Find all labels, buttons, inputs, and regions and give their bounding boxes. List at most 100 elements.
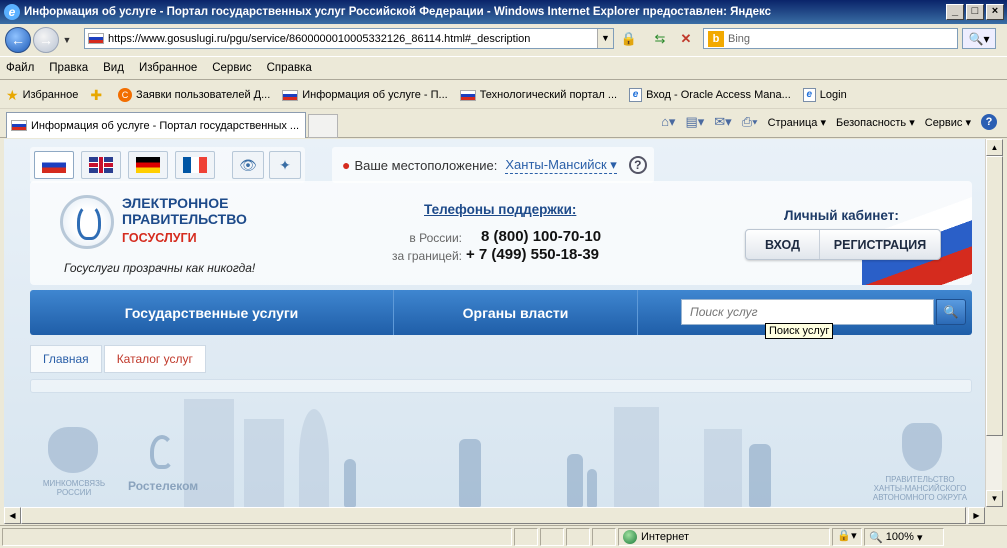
gosuslugi-logo-icon[interactable]	[60, 195, 114, 249]
location-city: Ханты-Мансийск	[505, 156, 607, 172]
logo-line1: ЭЛЕКТРОННОЕ	[122, 195, 229, 211]
menu-tools[interactable]: Сервис	[212, 62, 251, 74]
print-icon[interactable]: ⎙▾	[742, 114, 758, 130]
ie-logo-icon: e	[4, 4, 20, 20]
hmao-crest-icon[interactable]	[902, 423, 942, 471]
nav-authorities[interactable]: Органы власти	[394, 290, 638, 335]
horizontal-scrollbar[interactable]: ◀ ▶	[4, 507, 985, 524]
zoom-icon: 🔍	[869, 531, 883, 544]
mail-icon[interactable]: ✉▾	[714, 114, 731, 130]
maximize-button[interactable]: □	[966, 4, 984, 20]
accessibility-eye-icon[interactable]: 👁	[232, 151, 264, 179]
menu-favorites[interactable]: Избранное	[139, 62, 197, 74]
register-button[interactable]: РЕГИСТРАЦИЯ	[820, 230, 940, 259]
address-url[interactable]: https://www.gosuslugi.ru/pgu/service/860…	[108, 33, 530, 45]
scroll-right-icon[interactable]: ▶	[968, 507, 985, 524]
phone-label-abroad: за границей:	[391, 249, 462, 263]
menu-help[interactable]: Справка	[267, 62, 312, 74]
site-header: ЭЛЕКТРОННОЕ ПРАВИТЕЛЬСТВО ГОСУСЛУГИ Госус…	[30, 181, 972, 285]
history-dropdown-icon[interactable]: ▼	[61, 35, 73, 45]
back-button[interactable]: ←	[5, 27, 31, 53]
window-title: Информация об услуге - Портал государств…	[24, 6, 772, 18]
bg-person	[459, 439, 481, 507]
location-city-dropdown[interactable]: Ханты-Мансийск ▾	[505, 156, 617, 174]
page-menu[interactable]: Страница ▾	[768, 116, 826, 129]
bg-person	[344, 459, 356, 507]
minimize-button[interactable]: _	[946, 4, 964, 20]
security-zone[interactable]: Интернет	[618, 528, 830, 546]
login-button[interactable]: ВХОД	[746, 230, 820, 259]
bg-building	[704, 429, 742, 507]
scroll-up-icon[interactable]: ▲	[986, 139, 1003, 156]
status-bar: Интернет 🔒▾ 🔍 100% ▾	[0, 525, 1007, 548]
favorite-label: Заявки пользователей Д...	[136, 89, 271, 101]
lang-en-button[interactable]	[81, 151, 121, 179]
home-icon[interactable]: ⌂▾	[661, 114, 675, 130]
forward-button[interactable]: →	[33, 27, 59, 53]
tab-title: Информация об услуге - Портал государств…	[31, 119, 300, 132]
favorite-link-1[interactable]: C Заявки пользователей Д...	[118, 88, 270, 102]
logo-text[interactable]: ЭЛЕКТРОННОЕ ПРАВИТЕЛЬСТВО	[122, 195, 247, 227]
lang-ru-button[interactable]	[34, 151, 74, 179]
browser-tab[interactable]: Информация об услуге - Портал государств…	[6, 112, 306, 138]
address-bar[interactable]: https://www.gosuslugi.ru/pgu/service/860…	[84, 28, 614, 49]
breadcrumb: Главная Каталог услуг	[30, 345, 206, 373]
menu-view[interactable]: Вид	[103, 62, 124, 74]
lang-de-button[interactable]	[128, 151, 168, 179]
footer-rostelecom[interactable]: Ростелеком	[128, 479, 198, 493]
service-search-input[interactable]	[681, 299, 934, 325]
feeds-icon[interactable]: ▤▾	[685, 114, 704, 130]
footer-minsvyaz[interactable]: МИНКОМСВЯЗЬ РОССИИ	[36, 479, 112, 497]
bg-building	[614, 407, 659, 507]
security-menu[interactable]: Безопасность ▾	[836, 116, 915, 129]
scroll-down-icon[interactable]: ▼	[986, 490, 1003, 507]
help-icon[interactable]: ?	[981, 114, 997, 130]
location-pin-icon: ●	[342, 157, 351, 173]
logo-gosuslugi[interactable]: ГОСУСЛУГИ	[122, 231, 197, 245]
favorite-link-3[interactable]: Технологический портал ...	[459, 89, 617, 101]
bg-person	[567, 454, 583, 507]
search-button[interactable]: 🔍▾	[962, 28, 996, 49]
protected-mode-icon[interactable]: 🔒▾	[832, 528, 862, 546]
zone-label: Интернет	[641, 531, 689, 543]
eagle-emblem-icon[interactable]	[48, 427, 98, 473]
help-question-icon[interactable]: ?	[628, 156, 647, 174]
rostelecom-logo-icon[interactable]	[150, 435, 174, 469]
breadcrumb-home[interactable]: Главная	[30, 345, 102, 373]
tools-menu[interactable]: Сервис ▾	[925, 116, 971, 129]
support-phones-link[interactable]: Телефоны поддержки:	[424, 202, 576, 217]
page-menu-label: Страница	[767, 116, 818, 129]
footer-hmao[interactable]: ПРАВИТЕЛЬСТВО ХАНТЫ-МАНСИЙСКОГО АВТОНОМН…	[870, 475, 970, 502]
title-bar: e Информация об услуге - Портал государс…	[0, 0, 1007, 24]
service-search-button[interactable]: 🔍	[936, 299, 966, 325]
menu-file[interactable]: Файл	[6, 62, 34, 74]
hscroll-thumb[interactable]	[21, 507, 966, 524]
zoom-control[interactable]: 🔍 100% ▾	[864, 528, 944, 546]
ie-window: e Информация об услуге - Портал государс…	[0, 0, 1007, 548]
menu-bar: Файл Правка Вид Избранное Сервис Справка	[0, 56, 1007, 80]
scroll-thumb[interactable]	[986, 156, 1003, 436]
scroll-left-icon[interactable]: ◀	[4, 507, 21, 524]
new-tab-button[interactable]	[308, 114, 338, 138]
phone-label-russia: в России:	[409, 231, 462, 245]
ru-flag-icon	[42, 157, 66, 173]
add-favorite-button[interactable]: ✚	[90, 87, 106, 104]
favorites-button[interactable]: ★ Избранное	[6, 87, 78, 104]
stop-icon[interactable]: ✕	[676, 29, 696, 49]
bg-tree	[299, 409, 329, 507]
lock-icon[interactable]: 🔒	[619, 29, 639, 49]
nav-gov-services[interactable]: Государственные услуги	[30, 290, 394, 335]
close-button[interactable]: ×	[986, 4, 1004, 20]
address-dropdown-icon[interactable]: ▼	[597, 29, 613, 48]
favorite-link-5[interactable]: e Login	[802, 88, 847, 102]
refresh-icon[interactable]: ⇆	[650, 29, 670, 49]
compass-icon[interactable]: ✦	[269, 151, 301, 179]
ru-flag-icon	[282, 89, 299, 101]
phone-number-abroad: + 7 (499) 550-18-39	[466, 246, 600, 263]
favorite-link-2[interactable]: Информация об услуге - П...	[282, 89, 448, 101]
lang-fr-button[interactable]	[175, 151, 215, 179]
search-box[interactable]: b Bing	[703, 28, 958, 49]
favorite-link-4[interactable]: e Вход - Oracle Access Mana...	[629, 88, 791, 102]
vertical-scrollbar[interactable]: ▲ ▼	[985, 139, 1003, 507]
menu-edit[interactable]: Правка	[49, 62, 88, 74]
